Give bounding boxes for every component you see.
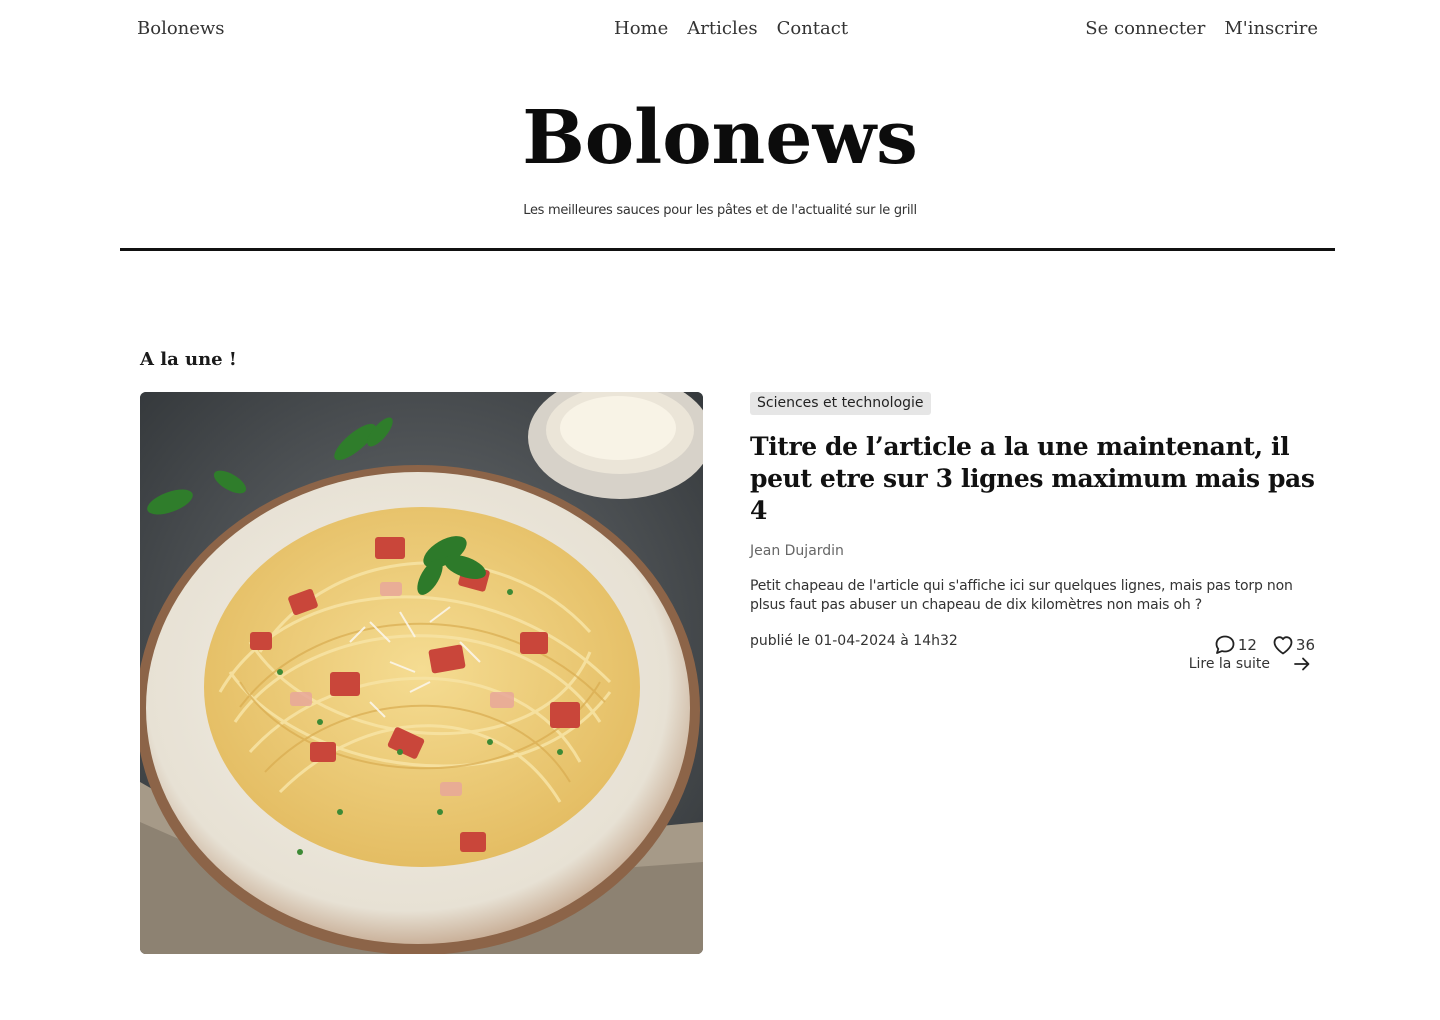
featured-article-image[interactable] <box>140 392 703 954</box>
login-link[interactable]: Se connecter <box>1085 18 1205 39</box>
likes-count: 36 <box>1295 636 1315 654</box>
masthead-tagline: Les meilleures sauces pour les pâtes et … <box>523 203 917 218</box>
signup-link[interactable]: M'inscrire <box>1224 18 1318 39</box>
nav-link-articles[interactable]: Articles <box>687 18 757 39</box>
main-menu: Home Articles Contact <box>614 18 848 39</box>
article-excerpt: Petit chapeau de l'article qui s'affiche… <box>750 578 1293 613</box>
account-menu: Se connecter M'inscrire <box>1085 18 1318 39</box>
comments-count: 12 <box>1237 636 1257 654</box>
category-badge[interactable]: Sciences et technologie <box>750 392 931 415</box>
masthead-title: Bolonews <box>522 95 918 181</box>
publish-date: publié le 01-04-2024 à 14h32 <box>750 633 958 649</box>
nav-link-home[interactable]: Home <box>614 18 668 39</box>
arrow-right-icon <box>1294 657 1310 671</box>
article-author: Jean Dujardin <box>750 543 844 559</box>
article-title[interactable]: Titre de l’article a la une maintenant, … <box>750 431 1320 527</box>
spaghetti-photo-illustration <box>140 392 703 954</box>
section-title: A la une ! <box>140 349 237 370</box>
read-more-label: Lire la suite <box>1188 656 1270 672</box>
read-more-link[interactable]: Lire la suite <box>1189 654 1312 674</box>
featured-article: Sciences et technologie Titre de l’artic… <box>750 392 1320 672</box>
masthead-divider <box>120 248 1335 251</box>
top-navigation: Bolonews Home Articles Contact Se connec… <box>0 0 1440 62</box>
brand-link[interactable]: Bolonews <box>137 18 225 39</box>
nav-link-contact[interactable]: Contact <box>777 18 848 39</box>
